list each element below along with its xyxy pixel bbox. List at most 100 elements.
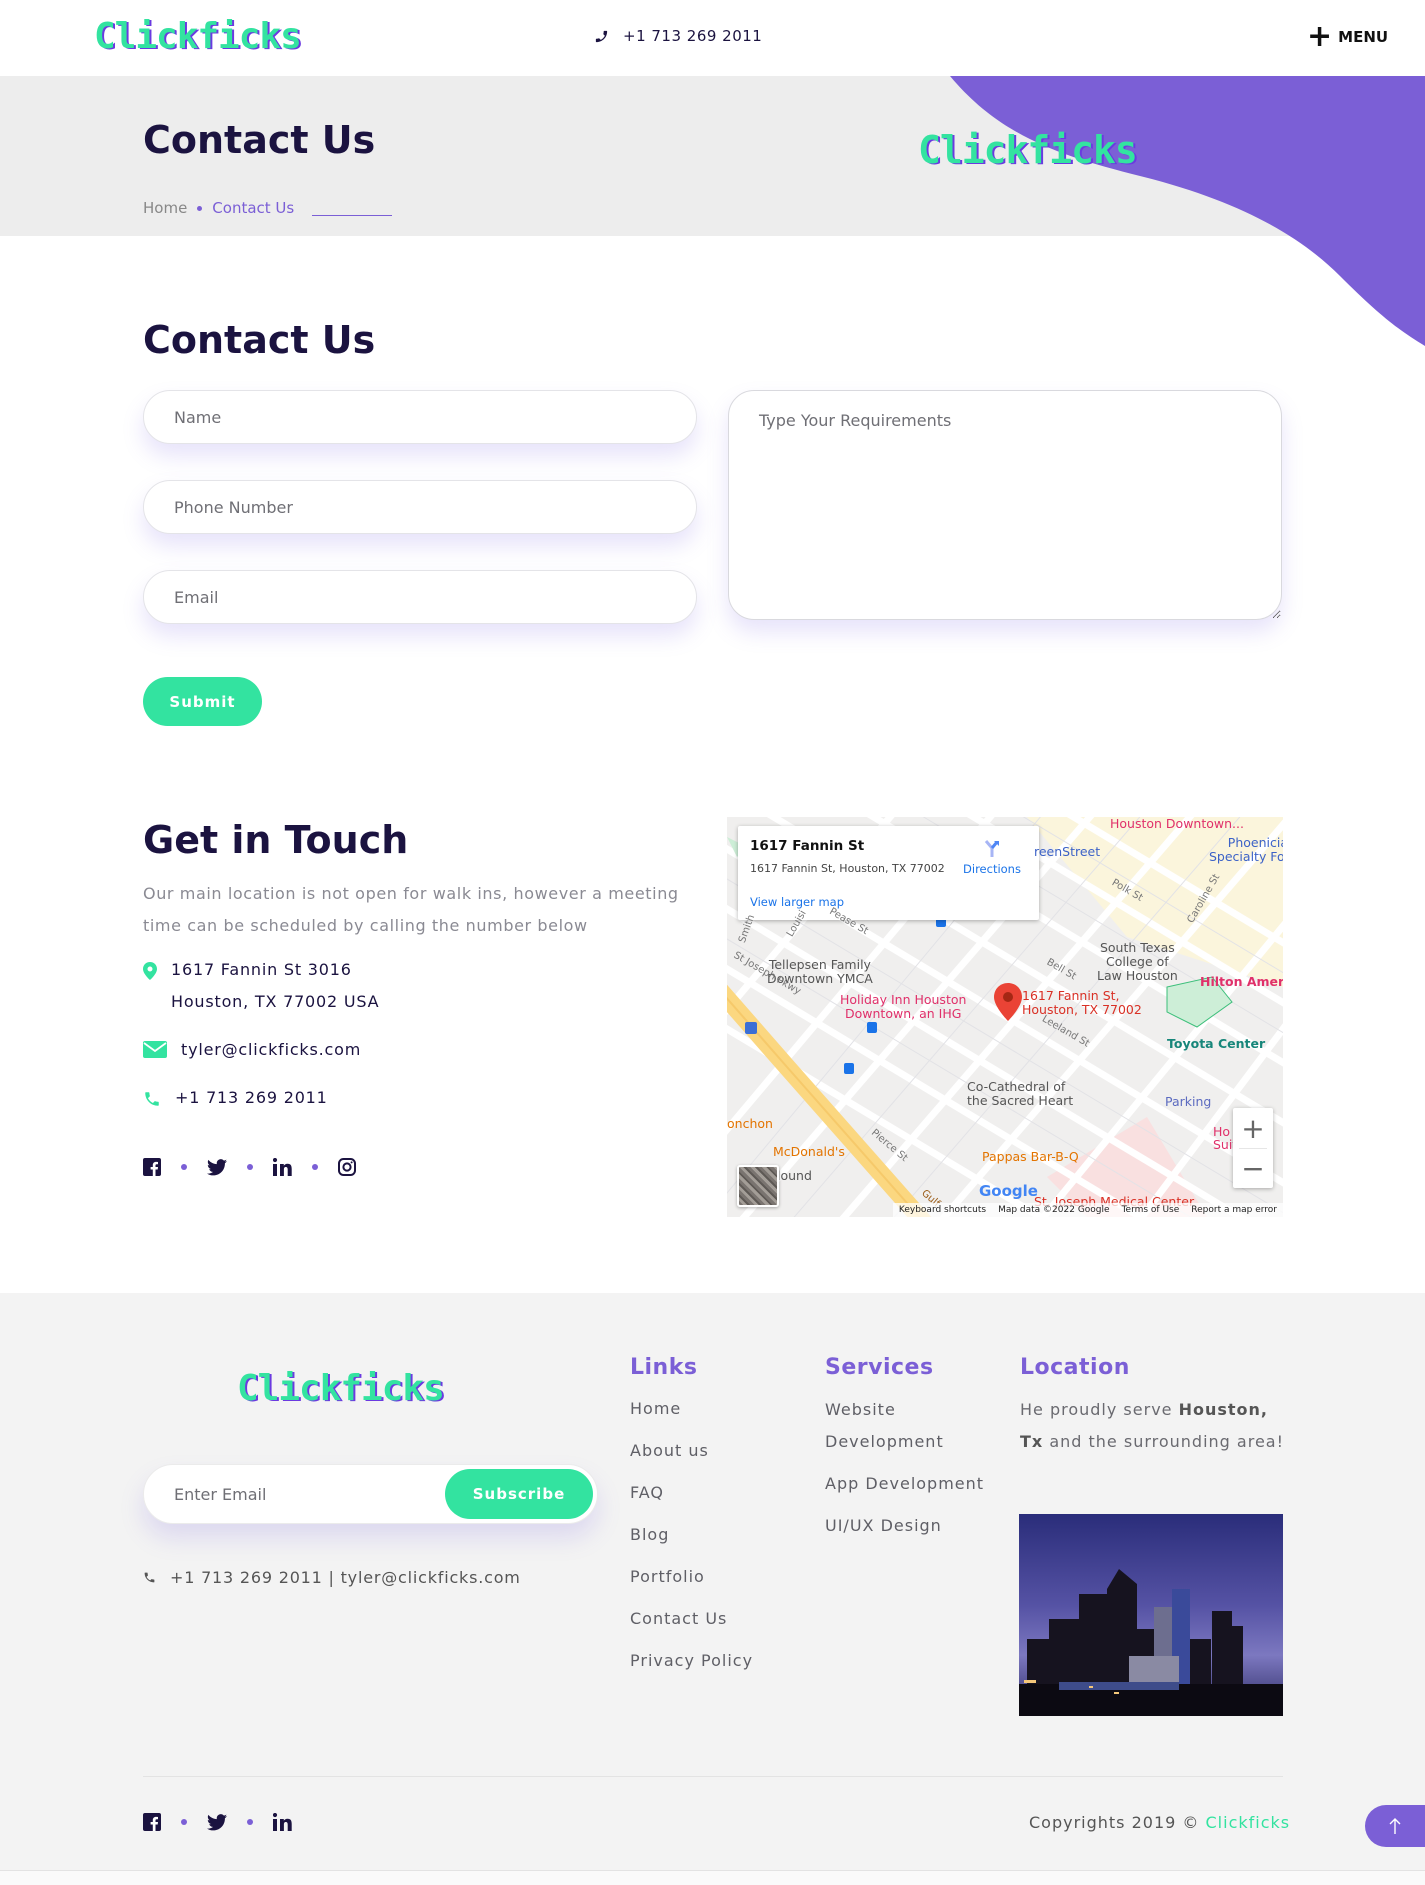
map-place-label: Holiday Inn Houston Downtown, an IHG bbox=[840, 993, 966, 1021]
arrow-up-icon bbox=[1389, 1818, 1401, 1834]
map-place-label-line: College of bbox=[1106, 954, 1169, 969]
name-input[interactable] bbox=[143, 390, 697, 444]
twitter-icon[interactable] bbox=[207, 1813, 227, 1831]
get-in-touch-title: Get in Touch bbox=[143, 818, 409, 862]
map-place-label: Pappas Bar-B-Q bbox=[982, 1149, 1079, 1164]
footer-link-contact[interactable]: Contact Us bbox=[630, 1604, 753, 1646]
envelope-icon bbox=[143, 1041, 167, 1058]
footer-services-column: Services Website Development App Develop… bbox=[825, 1355, 995, 1552]
service-uiux-design[interactable]: UI/UX Design bbox=[825, 1510, 995, 1542]
newsletter-email-input[interactable] bbox=[144, 1465, 444, 1523]
map-place-label: Co-Cathedral of the Sacred Heart bbox=[967, 1080, 1073, 1108]
scroll-to-top-button[interactable] bbox=[1365, 1805, 1425, 1847]
map-place-label: PhoeniciaSpecialty Foods bbox=[1209, 836, 1283, 864]
map-place-label: Hilton Americ bbox=[1200, 974, 1283, 989]
copyright-text: Copyrights 2019 © bbox=[1029, 1813, 1206, 1832]
google-map-embed[interactable]: 1617 Fannin St 1617 Fannin St, Houston, … bbox=[727, 817, 1283, 1217]
footer-logo[interactable]: Clickficks bbox=[237, 1368, 445, 1409]
map-place-label: South Texas College of Law Houston bbox=[1097, 941, 1178, 983]
service-app-development[interactable]: App Development bbox=[825, 1468, 995, 1500]
footer-location-column: Location He proudly serve Houston, Tx an… bbox=[1020, 1355, 1290, 1458]
phone-row[interactable]: +1 713 269 2011 bbox=[143, 1082, 328, 1114]
footer-link-blog[interactable]: Blog bbox=[630, 1520, 753, 1562]
contact-social-links bbox=[143, 1158, 356, 1176]
footer-links-column: Links Home About us FAQ Blog Portfolio C… bbox=[630, 1355, 753, 1688]
separator-dot bbox=[247, 1819, 253, 1825]
map-place-label-line: Law Houston bbox=[1097, 968, 1178, 983]
satellite-toggle[interactable] bbox=[737, 1165, 779, 1207]
get-in-touch-description: Our main location is not open for walk i… bbox=[143, 884, 679, 935]
copyright-brand-link[interactable]: Clickficks bbox=[1206, 1813, 1291, 1832]
google-logo: Google bbox=[979, 1182, 1038, 1200]
header-phone[interactable]: +1 713 269 2011 bbox=[594, 27, 762, 45]
menu-button[interactable]: + MENU bbox=[1307, 22, 1389, 52]
phone-input[interactable] bbox=[143, 480, 697, 534]
separator-dot bbox=[181, 1819, 187, 1825]
subscribe-button[interactable]: Subscribe bbox=[445, 1469, 593, 1519]
map-card-title: 1617 Fannin St bbox=[750, 838, 865, 854]
service-website-development[interactable]: Website Development bbox=[825, 1394, 995, 1458]
newsletter-form: Subscribe bbox=[143, 1464, 598, 1524]
zoom-in-button[interactable]: + bbox=[1233, 1108, 1273, 1148]
map-place-label: Parking bbox=[1165, 1094, 1212, 1109]
menu-label: MENU bbox=[1338, 28, 1389, 46]
linkedin-icon[interactable] bbox=[273, 1813, 292, 1831]
map-pin-label: 1617 Fannin St, Houston, TX 77002 bbox=[1022, 989, 1142, 1017]
email-text: tyler@clickficks.com bbox=[181, 1040, 362, 1059]
contact-form-title: Contact Us bbox=[143, 318, 376, 362]
page-bottom-strip bbox=[0, 1870, 1425, 1885]
location-heading: Location bbox=[1020, 1355, 1130, 1380]
map-pin-label-line: 1617 Fannin St, bbox=[1022, 988, 1120, 1003]
breadcrumb-home[interactable]: Home bbox=[143, 199, 187, 217]
location-text-post: and the surrounding area! bbox=[1043, 1432, 1284, 1451]
keyboard-shortcuts-link[interactable]: Keyboard shortcuts bbox=[899, 1205, 986, 1215]
map-place-label-line: Co-Cathedral of bbox=[967, 1079, 1066, 1094]
twitter-icon[interactable] bbox=[207, 1158, 227, 1176]
map-place-label: lound bbox=[777, 1168, 812, 1183]
footer-link-faq[interactable]: FAQ bbox=[630, 1478, 753, 1520]
phone-icon bbox=[145, 1092, 159, 1106]
map-info-card: 1617 Fannin St 1617 Fannin St, Houston, … bbox=[738, 826, 1039, 920]
map-place-label-line: the Sacred Heart bbox=[967, 1093, 1074, 1108]
banner-logo: Clickficks bbox=[918, 128, 1138, 172]
terms-link[interactable]: Terms of Use bbox=[1122, 1205, 1180, 1215]
map-place-label-line: Phoenicia bbox=[1227, 835, 1283, 850]
zoom-divider bbox=[1239, 1148, 1267, 1149]
zoom-out-button[interactable]: − bbox=[1233, 1148, 1273, 1188]
footer-link-privacy[interactable]: Privacy Policy bbox=[630, 1646, 753, 1688]
address-row: 1617 Fannin St 3016 Houston, TX 77002 US… bbox=[143, 954, 379, 1018]
links-heading: Links bbox=[630, 1355, 698, 1380]
footer-link-about[interactable]: About us bbox=[630, 1436, 753, 1478]
linkedin-icon[interactable] bbox=[273, 1158, 292, 1176]
map-pin-label-line: Houston, TX 77002 bbox=[1022, 1002, 1142, 1017]
instagram-icon[interactable] bbox=[338, 1158, 356, 1176]
requirements-textarea[interactable] bbox=[728, 390, 1282, 620]
facebook-icon[interactable] bbox=[143, 1158, 161, 1176]
email-row[interactable]: tyler@clickficks.com bbox=[143, 1034, 361, 1066]
address-line-1: 1617 Fannin St 3016 bbox=[171, 960, 352, 979]
separator-dot bbox=[247, 1164, 253, 1170]
directions-icon bbox=[984, 840, 999, 857]
map-place-label: Toyota Center bbox=[1167, 1036, 1266, 1051]
report-error-link[interactable]: Report a map error bbox=[1191, 1205, 1277, 1215]
copyright: Copyrights 2019 © Clickficks bbox=[1029, 1813, 1290, 1832]
submit-button[interactable]: Submit bbox=[143, 677, 262, 726]
footer-contact-text: +1 713 269 2011 | tyler@clickficks.com bbox=[170, 1568, 521, 1587]
directions-label: Directions bbox=[963, 862, 1021, 876]
map-place-label: onchon bbox=[727, 1116, 773, 1131]
footer-link-home[interactable]: Home bbox=[630, 1394, 753, 1436]
email-input[interactable] bbox=[143, 570, 697, 624]
breadcrumb-separator bbox=[197, 205, 203, 211]
directions-button[interactable]: Directions bbox=[962, 836, 1022, 876]
separator-dot bbox=[312, 1164, 318, 1170]
site-logo[interactable]: Clickficks bbox=[94, 16, 302, 57]
map-place-label-line: Specialty Foods bbox=[1209, 849, 1283, 864]
map-place-label: Houston Downtown... bbox=[1110, 817, 1244, 831]
map-place-label: reenStreet bbox=[1034, 844, 1101, 859]
view-larger-map-link[interactable]: View larger map bbox=[750, 895, 844, 909]
header-phone-text: +1 713 269 2011 bbox=[623, 27, 763, 45]
footer-link-portfolio[interactable]: Portfolio bbox=[630, 1562, 753, 1604]
separator-dot bbox=[181, 1164, 187, 1170]
facebook-icon[interactable] bbox=[143, 1813, 161, 1831]
map-attribution-bar: Keyboard shortcuts Map data ©2022 Google… bbox=[892, 1203, 1283, 1217]
